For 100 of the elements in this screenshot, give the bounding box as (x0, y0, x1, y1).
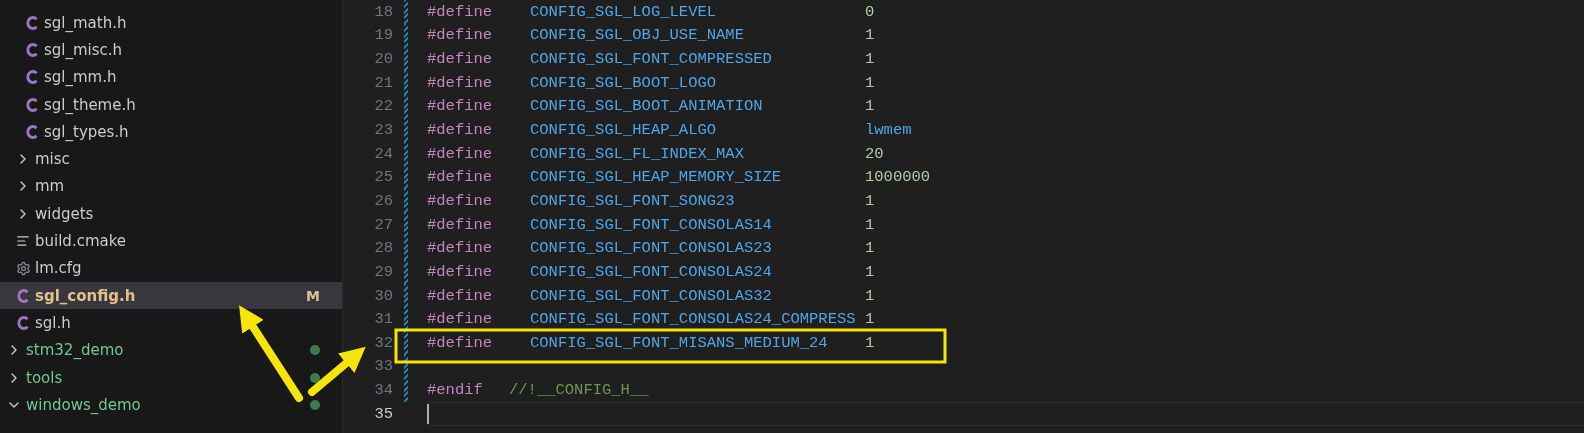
file-name: sgl_mm.h (44, 68, 117, 87)
preprocessor-directive: #define (427, 144, 494, 163)
c-file-icon (26, 123, 38, 140)
code-comment: //!__CONFIG_H__ (509, 381, 649, 400)
macro-name: CONFIG_SGL_LOG_LEVEL (530, 2, 718, 21)
macro-name: CONFIG_SGL_FONT_CONSOLAS14 (530, 215, 773, 234)
preprocessor-directive: #define (427, 310, 494, 329)
explorer-item[interactable]: tools (0, 363, 342, 392)
explorer-item[interactable]: lm.cfg (0, 254, 342, 282)
line-number: 22 (373, 97, 393, 116)
file-name: sgl.h (35, 313, 71, 332)
preprocessor-directive: #define (427, 262, 494, 281)
macro-value: 1 (865, 50, 875, 69)
text-lines-icon (16, 234, 30, 248)
explorer-item[interactable]: sgl.h (0, 309, 342, 337)
c-file-icon (17, 314, 29, 331)
c-file-icon (26, 96, 38, 113)
preprocessor-directive: #define (427, 168, 494, 187)
file-name: misc (35, 150, 70, 169)
line-number: 28 (373, 239, 393, 258)
line-number: 30 (373, 286, 393, 305)
preprocessor-directive: #define (427, 333, 494, 352)
macro-value: 1 (865, 286, 875, 305)
macro-name: CONFIG_SGL_BOOT_ANIMATION (530, 97, 764, 116)
line-number: 19 (373, 26, 393, 45)
line-number: 21 (373, 73, 393, 92)
line-number: 35 (373, 404, 393, 423)
file-name: stm32_demo (26, 341, 124, 360)
macro-name: CONFIG_SGL_FL_INDEX_MAX (530, 144, 745, 163)
macro-name: CONFIG_SGL_FONT_CONSOLAS24_COMPRESS (530, 310, 857, 329)
explorer-item[interactable]: mm (0, 172, 342, 201)
file-name: mm (35, 177, 65, 196)
preprocessor-directive: #define (427, 26, 494, 45)
line-number: 20 (373, 50, 393, 69)
file-name: build.cmake (35, 232, 127, 250)
macro-name: CONFIG_SGL_HEAP_ALGO (530, 121, 718, 139)
preprocessor-directive: #define (427, 191, 494, 210)
explorer-item[interactable]: windows_demo (0, 391, 342, 419)
file-name: sgl_config.h (35, 286, 136, 305)
macro-value: 20 (865, 144, 884, 163)
explorer-item[interactable]: stm32_demo (0, 336, 342, 364)
preprocessor-directive: #define (427, 215, 494, 234)
macro-value: 1 (865, 73, 875, 92)
macro-name: CONFIG_SGL_OBJ_USE_NAME (530, 26, 745, 45)
macro-name: CONFIG_SGL_BOOT_LOGO (530, 73, 718, 92)
explorer-item[interactable]: sgl_math.h (0, 9, 342, 37)
line-number: 26 (373, 191, 393, 210)
c-file-icon (26, 41, 38, 58)
text-cursor (427, 403, 429, 424)
file-name: lm.cfg (35, 259, 82, 278)
file-name: sgl_types.h (44, 122, 129, 141)
file-name: widgets (35, 204, 94, 223)
explorer-item[interactable]: sgl_config.h M (0, 281, 342, 310)
macro-value: 1000000 (865, 168, 931, 187)
git-status-letter: M (306, 287, 320, 304)
explorer-item[interactable]: build.cmake (0, 227, 342, 255)
macro-value: 1 (865, 310, 875, 329)
line-number: 31 (373, 310, 393, 329)
line-number: 25 (373, 168, 393, 187)
c-file-icon (26, 14, 38, 31)
macro-name: CONFIG_SGL_FONT_MISANS_MEDIUM_24 (530, 333, 829, 352)
macro-name: CONFIG_SGL_FONT_COMPRESSED (530, 50, 773, 69)
file-name: sgl_math.h (44, 13, 127, 32)
explorer-item[interactable]: widgets (0, 200, 342, 228)
macro-name: CONFIG_SGL_FONT_CONSOLAS23 (530, 239, 773, 258)
line-number: 18 (373, 2, 393, 21)
macro-value: 1 (865, 333, 875, 352)
macro-name: CONFIG_SGL_HEAP_MEMORY_SIZE (530, 168, 783, 187)
line-number: 23 (373, 121, 393, 139)
macro-name: CONFIG_SGL_FONT_CONSOLAS24 (530, 262, 773, 281)
preprocessor-directive: #define (427, 286, 494, 305)
macro-value: 1 (865, 97, 875, 116)
explorer-item[interactable]: misc (0, 145, 342, 173)
explorer-item[interactable]: sgl_types.h (0, 118, 342, 146)
macro-value: 1 (865, 191, 875, 210)
macro-value: 1 (865, 26, 875, 45)
gear-icon (15, 260, 31, 276)
line-number: 34 (373, 381, 393, 400)
macro-value: 1 (865, 239, 875, 258)
file-name: tools (26, 368, 63, 387)
preprocessor-directive: #define (427, 239, 494, 258)
macro-value: lwmem (865, 121, 912, 139)
macro-name: CONFIG_SGL_FONT_SONG23 (530, 191, 736, 210)
preprocessor-directive: #define (427, 73, 494, 92)
line-number: 27 (373, 215, 393, 234)
line-number: 32 (373, 333, 393, 352)
preprocessor-directive: #define (427, 2, 494, 21)
line-number: 33 (373, 357, 393, 376)
preprocessor-directive: #define (427, 121, 494, 139)
preprocessor-directive: #define (427, 97, 494, 116)
file-name: sgl_theme.h (44, 95, 136, 114)
c-file-icon (17, 287, 29, 304)
file-name: sgl_misc.h (44, 40, 123, 59)
file-name: windows_demo (26, 395, 141, 414)
macro-value: 0 (865, 2, 875, 21)
preprocessor-directive: #define (427, 50, 494, 69)
explorer-item[interactable]: sgl_theme.h (0, 90, 342, 119)
explorer-item[interactable]: sgl_mm.h (0, 63, 342, 91)
explorer-item[interactable]: sgl_misc.h (0, 36, 342, 64)
macro-value: 1 (865, 262, 875, 281)
